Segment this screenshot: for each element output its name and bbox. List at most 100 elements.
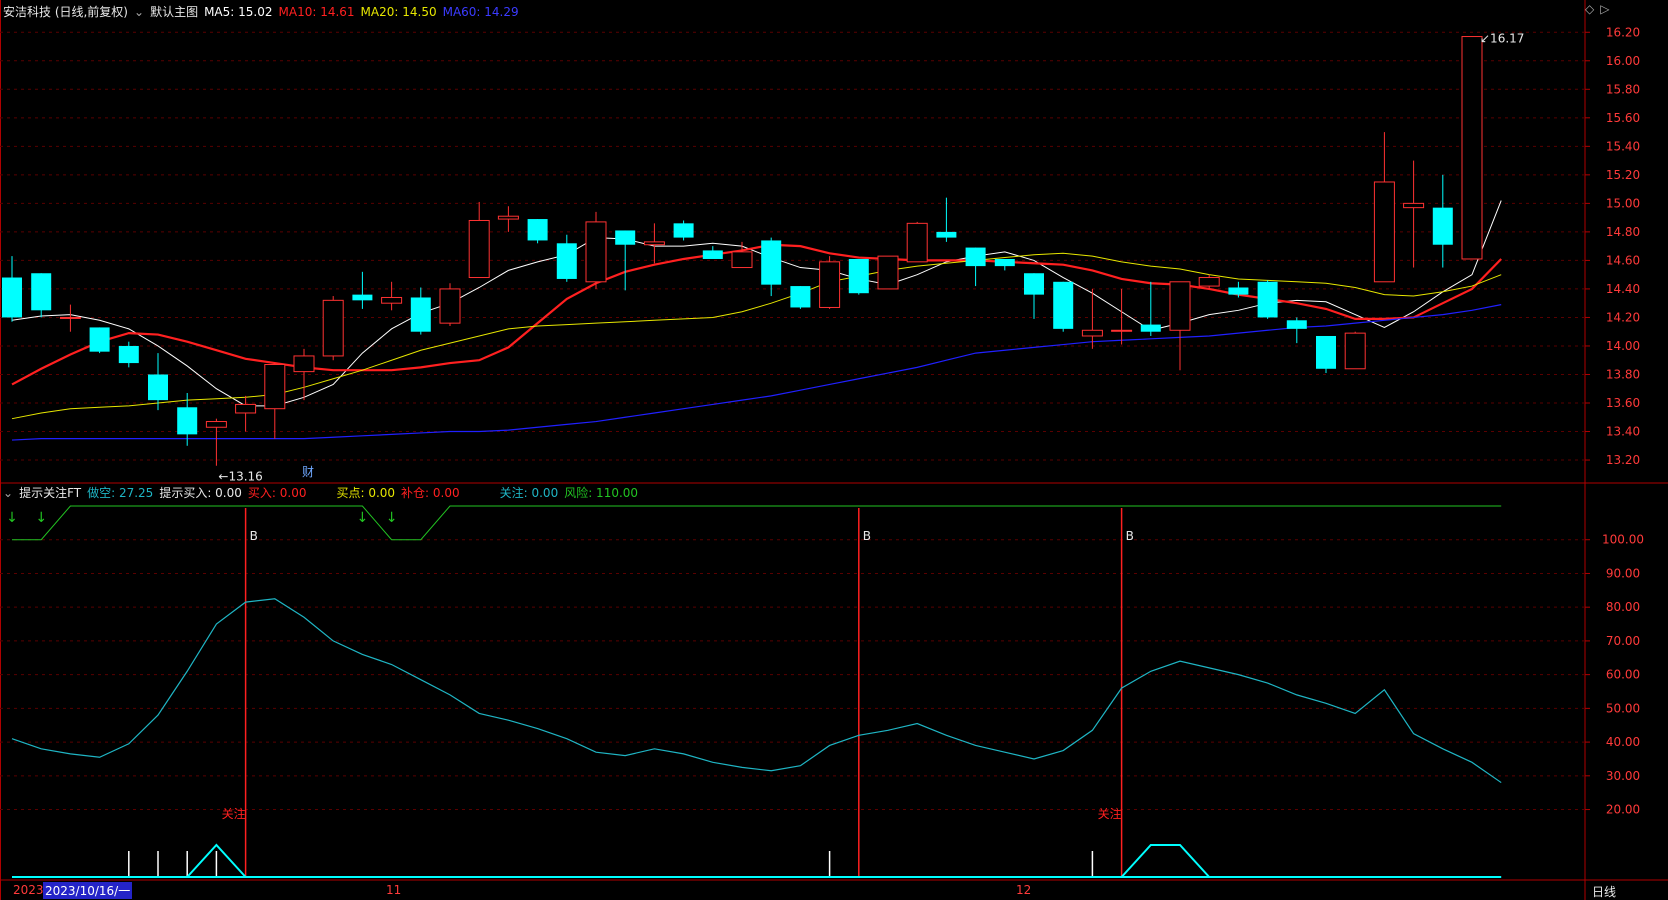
indicator-y-tick-label: 90.00 xyxy=(1606,566,1640,580)
ma20-label: MA20: 14.50 xyxy=(360,5,437,19)
candle-body-down xyxy=(1257,281,1278,318)
candle-body-down xyxy=(965,247,986,267)
candle-body-down xyxy=(1140,324,1161,332)
down-arrow-marker: ↓ xyxy=(357,510,369,526)
candle-body-up xyxy=(1373,181,1395,283)
candle-body-up xyxy=(1461,36,1483,260)
main-y-tick-label: 14.60 xyxy=(1606,253,1640,267)
candle-body-down xyxy=(31,273,52,311)
candle-body-up xyxy=(468,219,490,279)
risk-line xyxy=(12,505,1502,541)
main-y-tick-label: 15.80 xyxy=(1606,82,1640,96)
candle-body-down xyxy=(118,345,139,364)
main-y-tick-label: 14.00 xyxy=(1606,339,1640,353)
diamond-icon[interactable]: ◇ xyxy=(1585,2,1594,16)
candle-body-up xyxy=(59,316,81,319)
candle-body-down xyxy=(1053,281,1074,329)
buy-value: 买入: 0.00 xyxy=(247,486,307,500)
indicator-y-tick-label: 70.00 xyxy=(1606,634,1640,648)
main-y-tick-label: 14.20 xyxy=(1606,310,1640,324)
indicator-y-tick-label: 50.00 xyxy=(1606,701,1640,715)
candle-body-up xyxy=(1169,281,1191,331)
candle-body-up xyxy=(322,299,344,357)
main-y-tick-label: 15.20 xyxy=(1606,168,1640,182)
candle-body-down xyxy=(556,243,577,279)
candle-body-down xyxy=(89,327,110,352)
main-y-tick-label: 15.60 xyxy=(1606,111,1640,125)
signal-bump xyxy=(1120,844,1210,878)
main-y-tick-label: 13.80 xyxy=(1606,367,1640,381)
down-arrow-marker: ↓ xyxy=(6,510,18,526)
indicator-dropdown[interactable]: ⌄ xyxy=(3,486,13,500)
candle-body-up xyxy=(264,364,286,410)
stock-title: 安洁科技 (日线,前复权) xyxy=(3,5,128,19)
cover-value: 补仓: 0.00 xyxy=(401,486,460,500)
candle-body-down xyxy=(1286,320,1307,329)
candle-body-up xyxy=(1344,332,1366,370)
candle-body-up xyxy=(1081,329,1103,337)
indicator-y-tick-label: 100.00 xyxy=(1602,533,1644,547)
date-cursor: 2023/10/16/一 xyxy=(43,882,133,899)
candle-body-down xyxy=(1024,273,1044,295)
candle-body-down xyxy=(615,230,636,245)
ma5-line xyxy=(11,200,1502,407)
main-y-tick-label: 13.20 xyxy=(1606,453,1640,467)
candle-body-down xyxy=(352,294,373,301)
short-value: 做空: 27.25 xyxy=(87,486,154,500)
template-label[interactable]: 默认主图 xyxy=(150,5,198,19)
risk-value: 风险: 110.00 xyxy=(564,486,639,500)
template-dropdown[interactable]: ⌄ xyxy=(134,5,144,19)
candle-body-down xyxy=(994,258,1015,267)
b-signal-label: B xyxy=(863,529,871,543)
ma10-line xyxy=(11,243,1502,386)
expand-icon[interactable]: ▷ xyxy=(1600,2,1609,16)
indicator-header: ⌄ 提示关注FT 做空: 27.25 提示买入: 0.00 买入: 0.00 买点: 0.… xyxy=(3,484,644,501)
candle-body-down xyxy=(1432,207,1453,245)
b-signal-label: B xyxy=(1126,529,1134,543)
main-y-tick-label: 15.40 xyxy=(1606,139,1640,153)
focus-label: 关注 xyxy=(222,806,246,821)
ma10-label: MA10: 14.61 xyxy=(278,5,355,19)
candle-body-up xyxy=(1403,202,1425,209)
low-price-annotation: ←13.16 xyxy=(218,470,262,484)
main-header: 安洁科技 (日线,前复权) ⌄ 默认主图 MA5: 15.02 MA10: 14.61 M… xyxy=(3,3,525,20)
period-label[interactable]: 日线 xyxy=(1592,883,1616,900)
buy-point-value: 买点: 0.00 xyxy=(336,486,396,500)
down-arrow-marker: ↓ xyxy=(35,510,47,526)
candle-body-up xyxy=(731,251,753,269)
candle-body-down xyxy=(936,231,957,238)
main-y-tick-label: 14.80 xyxy=(1606,225,1640,239)
main-y-tick-label: 16.00 xyxy=(1606,54,1640,68)
down-arrow-marker: ↓ xyxy=(386,510,398,526)
year-label: 2023 xyxy=(13,883,44,897)
candle-body-up xyxy=(585,221,607,283)
candle-body-up xyxy=(381,296,403,304)
main-y-tick-label: 16.20 xyxy=(1606,25,1640,39)
candle-body-down xyxy=(761,240,782,285)
focus-label: 关注 xyxy=(1098,806,1122,821)
candle-body-up xyxy=(1111,329,1133,332)
chart-canvas: 13.20 13.40 13.60 13.80 14.00 14.20 14.40 14.60… xyxy=(0,0,1668,900)
ma5-label: MA5: 15.02 xyxy=(204,5,273,19)
indicator-y-tick-label: 60.00 xyxy=(1606,668,1640,682)
main-y-tick-label: 15.00 xyxy=(1606,196,1640,210)
left-border xyxy=(0,0,1,900)
focus-value: 关注: 0.00 xyxy=(499,486,559,500)
candle-body-up xyxy=(205,421,227,428)
candle-body-up xyxy=(643,241,665,246)
indicator-y-tick-label: 20.00 xyxy=(1606,803,1640,817)
main-y-tick-label: 13.40 xyxy=(1606,425,1640,439)
candle-body-up xyxy=(439,288,461,324)
candle-body-down xyxy=(848,258,869,294)
candle-body-up xyxy=(1198,277,1220,287)
candle-body-up xyxy=(235,403,257,414)
ma60-line xyxy=(11,304,1502,441)
candle-body-up xyxy=(293,355,315,373)
month-label-12: 12 xyxy=(1016,883,1032,897)
month-label-11: 11 xyxy=(386,883,402,897)
indicator-name[interactable]: 提示关注FT xyxy=(19,486,81,500)
candle-body-down xyxy=(410,297,431,332)
main-y-tick-label: 13.60 xyxy=(1606,396,1640,410)
hint-buy-value: 提示买入: 0.00 xyxy=(159,486,242,500)
indicator-y-tick-label: 80.00 xyxy=(1606,600,1640,614)
